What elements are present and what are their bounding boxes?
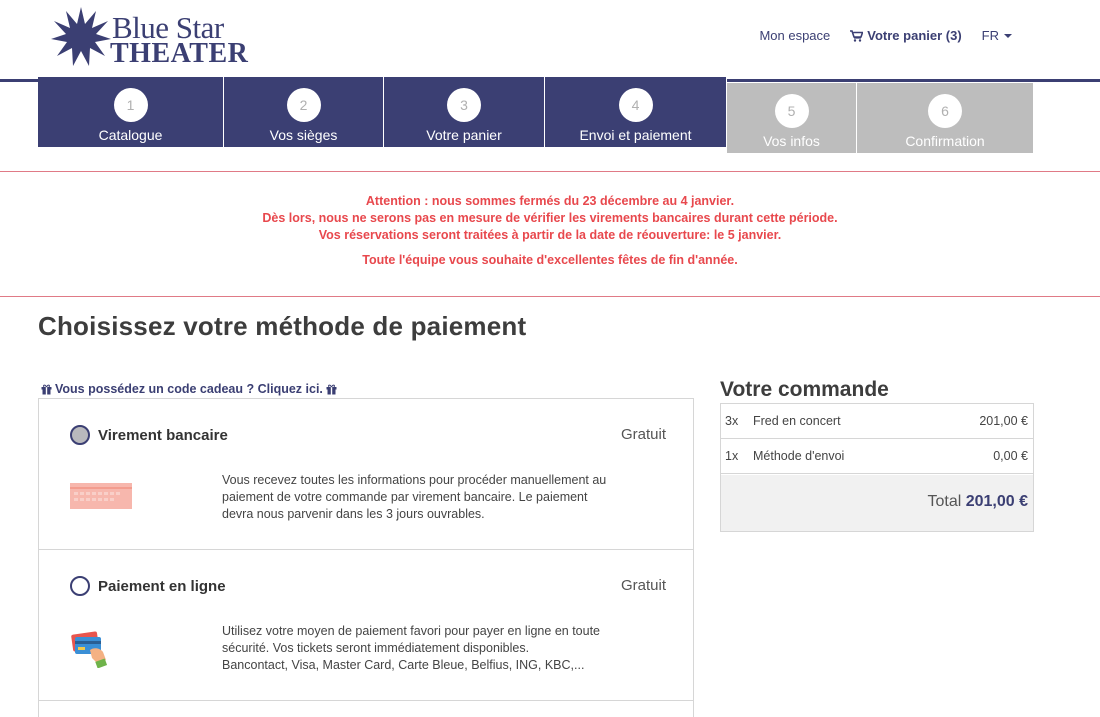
payment-method-bank-transfer[interactable]: Virement bancaire Gratuit Vous recevez t… (39, 399, 693, 550)
gift-icon (41, 384, 52, 394)
step-label: Vos sièges (269, 127, 338, 143)
description-line: paiement de votre commande par virement … (222, 490, 588, 504)
payment-method-online[interactable]: Paiement en ligne Gratuit Utilisez votre… (39, 550, 693, 701)
closure-notice: Attention : nous sommes fermés du 23 déc… (0, 171, 1100, 297)
description-line: devra nous parvenir dans les 3 jours ouv… (222, 507, 485, 521)
step-number: 2 (286, 88, 321, 122)
method-price: Gratuit (620, 577, 666, 594)
order-total: Total 201,00 € (721, 475, 1033, 531)
order-total-value: 201,00 € (965, 493, 1028, 510)
order-item: 1x Méthode d'envoi 0,00 € (721, 439, 1033, 474)
step-number: 5 (774, 94, 809, 128)
order-summary: 3x Fred en concert 201,00 € 1x Méthode d… (720, 403, 1034, 532)
step-confirmation: 6 Confirmation (857, 83, 1034, 153)
step-label: Catalogue (98, 127, 163, 143)
payment-methods: Virement bancaire Gratuit Vous recevez t… (38, 398, 694, 717)
credit-card-hand-icon (71, 631, 108, 668)
step-number: 3 (447, 88, 481, 122)
top-navigation: Mon espace Votre panier (3) FR (739, 28, 1012, 43)
order-item-qty: 3x (725, 414, 739, 428)
order-item-price: 0,00 € (993, 449, 1028, 463)
step-seats[interactable]: 2 Vos sièges (224, 77, 384, 147)
order-item-qty: 1x (725, 449, 739, 463)
step-label: Envoi et paiement (579, 127, 692, 143)
cart-label: Votre panier (3) (867, 28, 962, 43)
step-label: Vos infos (763, 133, 820, 149)
order-total-label: Total (927, 493, 962, 510)
online-payment-radio[interactable] (70, 576, 90, 596)
language-label: FR (981, 28, 999, 43)
site-header: Blue Star THEATER Mon espace Votre panie… (0, 0, 1100, 82)
notice-line: Toute l'équipe vous souhaite d'excellent… (362, 253, 738, 267)
step-number: 4 (618, 88, 653, 122)
gift-icon (326, 384, 337, 394)
order-item-price: 201,00 € (979, 414, 1028, 428)
notice-line: Vos réservations seront traitées à parti… (318, 228, 782, 242)
step-cart[interactable]: 3 Votre panier (384, 77, 545, 147)
bank-transfer-icon (70, 483, 132, 509)
notice-line: Attention : nous sommes fermés du 23 déc… (365, 194, 735, 208)
order-summary-title: Votre commande (720, 378, 889, 401)
page-title: Choisissez votre méthode de paiement (38, 311, 527, 341)
step-label: Votre panier (426, 127, 502, 143)
order-item-name: Fred en concert (753, 414, 841, 428)
language-dropdown[interactable]: FR (982, 28, 1012, 43)
notice-line: Dès lors, nous ne serons pas en mesure d… (262, 211, 838, 225)
star-logo-icon (51, 7, 111, 66)
cart-link[interactable]: Votre panier (3) (850, 28, 962, 43)
step-your-info: 5 Vos infos (727, 83, 857, 153)
account-link[interactable]: Mon espace (759, 28, 830, 43)
description-line: Utilisez votre moyen de paiement favori … (222, 624, 600, 638)
method-name: Paiement en ligne (98, 578, 226, 595)
step-number: 6 (928, 94, 962, 128)
brand-logo[interactable]: Blue Star THEATER (50, 6, 250, 70)
description-line: Vous recevez toutes les informations pou… (222, 473, 607, 487)
bank-transfer-radio[interactable] (70, 425, 90, 445)
cart-icon (850, 29, 864, 42)
step-label: Confirmation (905, 133, 985, 149)
method-name: Virement bancaire (98, 427, 228, 444)
order-item: 3x Fred en concert 201,00 € (721, 404, 1033, 439)
step-number: 1 (113, 88, 148, 122)
caret-down-icon (1004, 33, 1012, 38)
method-description: Utilisez votre moyen de paiement favori … (222, 623, 662, 674)
brand-name-line2: THEATER (110, 38, 249, 69)
description-line: sécurité. Vos tickets seront immédiateme… (222, 641, 530, 655)
order-item-name: Méthode d'envoi (753, 449, 845, 463)
step-catalogue[interactable]: 1 Catalogue (38, 77, 224, 147)
gift-code-label: Vous possédez un code cadeau ? Cliquez i… (55, 382, 323, 396)
description-line: Bancontact, Visa, Master Card, Carte Ble… (222, 658, 585, 672)
method-price: Gratuit (620, 426, 666, 443)
method-description: Vous recevez toutes les informations pou… (222, 472, 662, 523)
order-total-text: Total 201,00 € (927, 493, 1028, 511)
gift-code-link[interactable]: Vous possédez un code cadeau ? Cliquez i… (38, 382, 340, 396)
step-shipping-payment[interactable]: 4 Envoi et paiement (545, 77, 727, 147)
